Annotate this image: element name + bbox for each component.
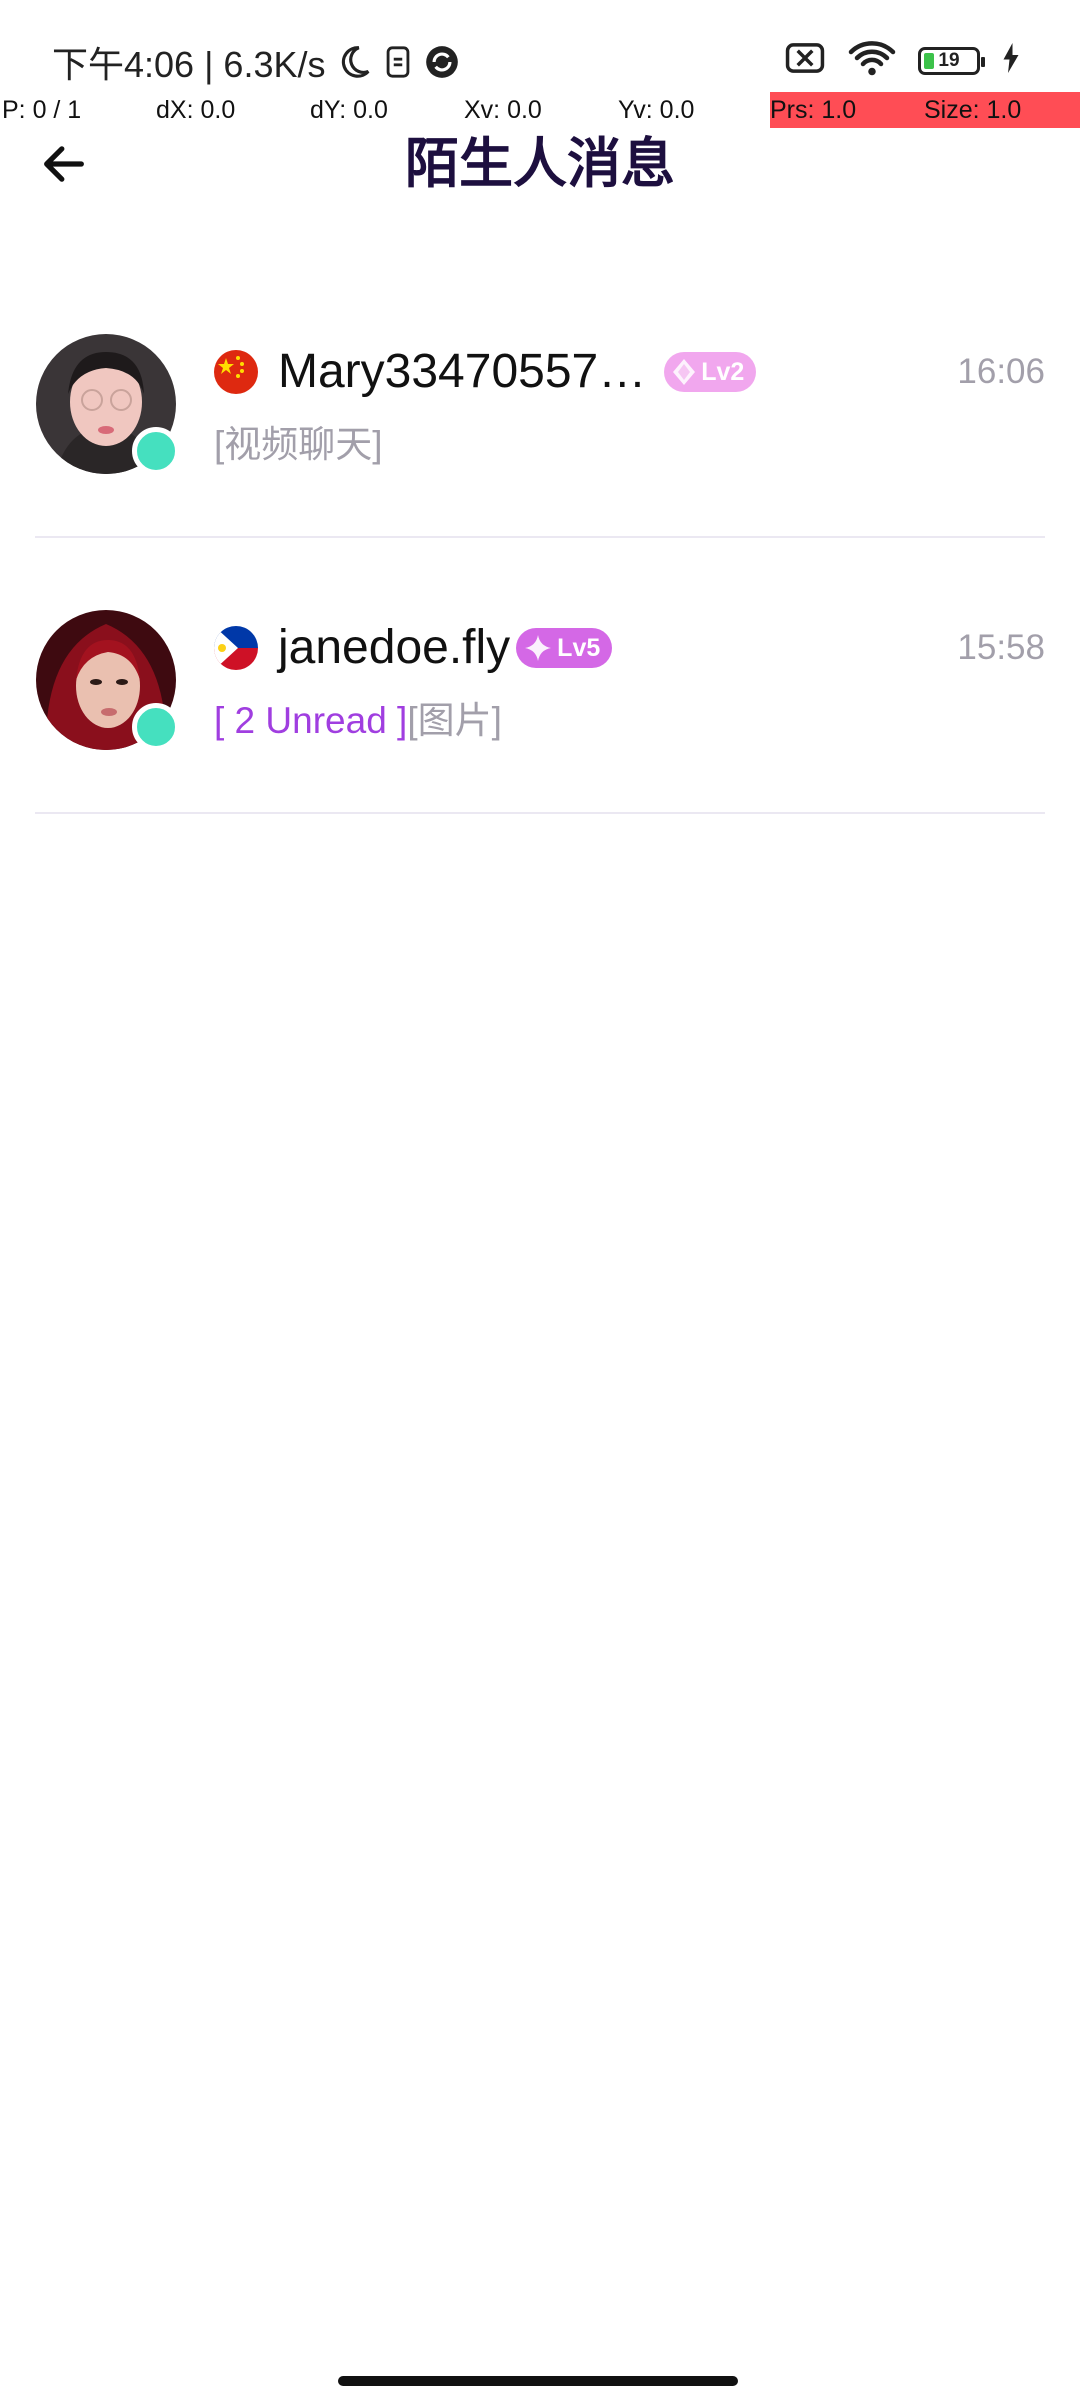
- moon-icon: [335, 43, 373, 81]
- conversation-item[interactable]: janedoe.fly Lv5 15:58 [ 2 Unread ][图片]: [0, 538, 1080, 814]
- preview-text: [图片]: [407, 700, 502, 741]
- level-badge: Lv5: [516, 628, 613, 668]
- status-bar: 下午4:06 | 6.3K/s 19: [0, 0, 1080, 88]
- username: janedoe.fly: [278, 621, 511, 674]
- status-right: 19: [784, 40, 1020, 81]
- name-row: janedoe.fly Lv5: [214, 618, 613, 678]
- message-time: 15:58: [957, 628, 1045, 667]
- pointer-pressure: Prs: 1.0: [770, 92, 924, 128]
- conversation-item[interactable]: Mary33470557… Lv2 16:06 [视频聊天]: [0, 262, 1080, 538]
- status-time-speed: 下午4:06 | 6.3K/s: [52, 44, 326, 85]
- pointer-dx: dX: 0.0: [156, 96, 236, 124]
- philippines-flag-icon: [214, 626, 258, 670]
- divider: [35, 812, 1045, 814]
- unread-count: [ 2 Unread ]: [214, 700, 408, 741]
- level-text: Lv2: [701, 357, 745, 386]
- no-signal-icon: [784, 42, 826, 79]
- pointer-dy: dY: 0.0: [310, 96, 388, 124]
- battery-level: 19: [938, 50, 960, 71]
- wifi-icon: [848, 40, 896, 81]
- vpn-icon: [423, 43, 461, 81]
- china-flag-icon: [214, 350, 258, 394]
- status-left: 下午4:06 | 6.3K/s: [52, 36, 461, 88]
- message-list: Mary33470557… Lv2 16:06 [视频聊天] janedoe.f…: [0, 262, 1080, 814]
- online-status-dot: [132, 427, 180, 475]
- home-indicator[interactable]: [338, 2376, 738, 2386]
- preview-text: [视频聊天]: [214, 424, 383, 465]
- charging-icon: [1002, 43, 1020, 78]
- level-badge: Lv2: [664, 352, 757, 392]
- level-text: Lv5: [557, 633, 601, 662]
- sparkle-icon: [525, 635, 552, 661]
- pointer-yv: Yv: 0.0: [618, 96, 695, 124]
- message-time: 16:06: [957, 352, 1045, 391]
- header: 陌生人消息: [0, 128, 1080, 208]
- username: Mary33470557…: [278, 345, 647, 398]
- pointer-xv: Xv: 0.0: [464, 96, 542, 124]
- online-status-dot: [132, 703, 180, 751]
- pointer-location-overlay: P: 0 / 1 dX: 0.0 dY: 0.0 Xv: 0.0 Yv: 0.0…: [0, 92, 1080, 128]
- sim-icon: [383, 45, 413, 79]
- message-preview: [视频聊天]: [214, 414, 383, 468]
- name-row: Mary33470557… Lv2: [214, 342, 757, 402]
- diamond-icon: [673, 359, 696, 385]
- page-title: 陌生人消息: [405, 134, 675, 194]
- pointer-size: Size: 1.0: [924, 92, 1080, 128]
- message-preview: [ 2 Unread ][图片]: [214, 690, 502, 744]
- pointer-count: P: 0 / 1: [2, 96, 82, 124]
- battery-icon: 19: [918, 46, 985, 75]
